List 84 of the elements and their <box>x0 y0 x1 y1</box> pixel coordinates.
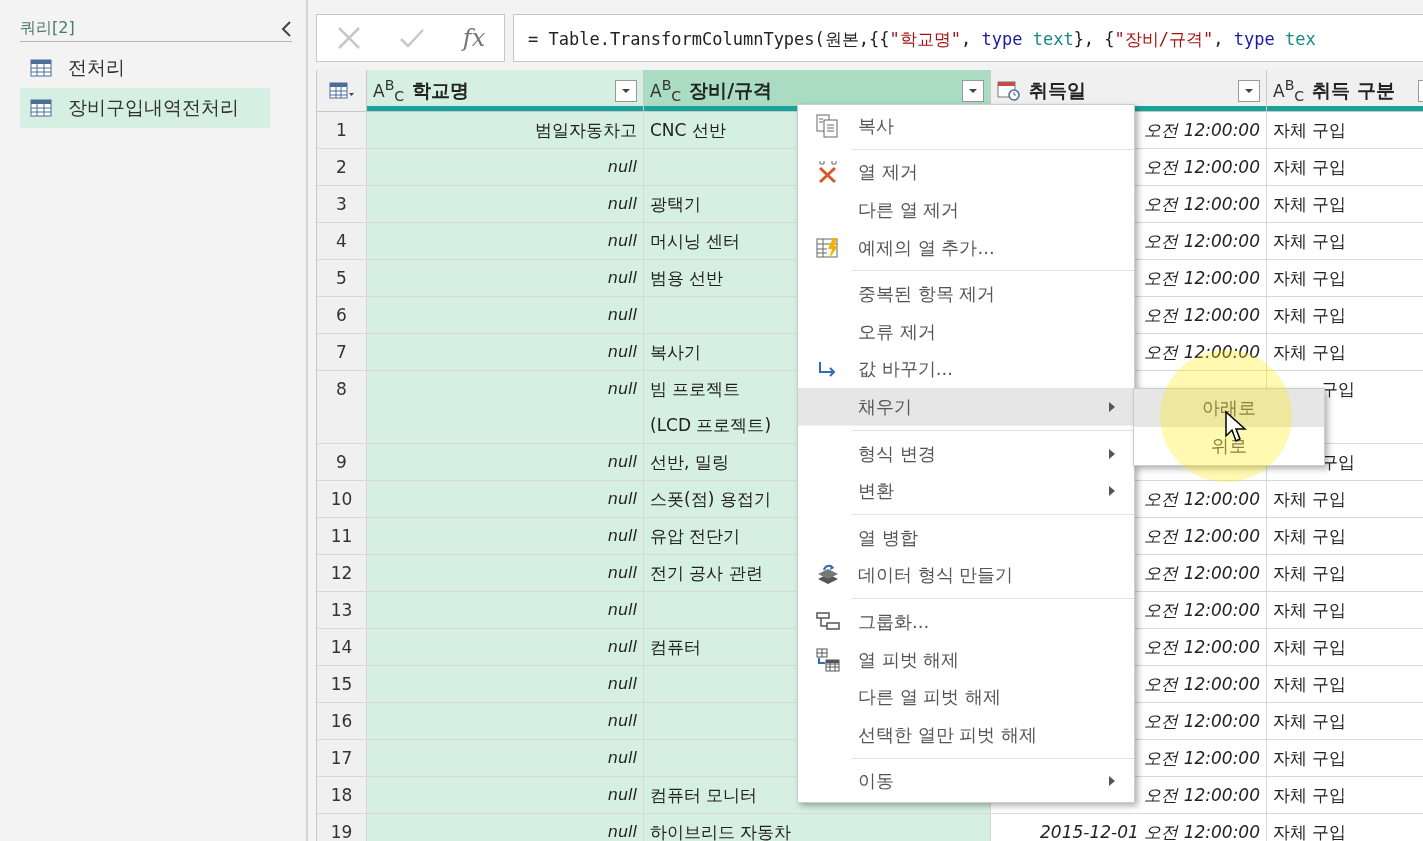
submenu-arrow-icon <box>1108 485 1116 498</box>
row-number: 6 <box>317 297 367 334</box>
fx-button[interactable]: fx <box>462 24 486 52</box>
collapse-icon[interactable] <box>280 19 292 38</box>
column-header[interactable]: A$^{B}$$_{C}$ 취득 구분 <box>1267 70 1423 112</box>
row-number: 13 <box>317 592 367 629</box>
row-number: 19 <box>317 814 367 841</box>
row-number: 10 <box>317 481 367 518</box>
submenu-arrow-icon <box>1108 400 1116 413</box>
table-cell: 하이브리드 자동차 <box>644 814 991 841</box>
column-header[interactable]: 취득일 <box>991 70 1267 112</box>
row-number: 3 <box>317 186 367 223</box>
filter-dropdown-icon[interactable] <box>962 79 984 102</box>
table-cell: null <box>367 740 644 777</box>
table-cell: 범일자동차고 <box>367 112 644 149</box>
table-cell: null <box>367 518 644 555</box>
table-cell: 자체 구입 <box>1267 186 1423 223</box>
copy-icon <box>815 112 841 139</box>
table-cell: 자체 구입 <box>1267 518 1423 555</box>
row-number: 7 <box>317 334 367 371</box>
table-cell: null <box>367 260 644 297</box>
table-cell: null <box>367 223 644 260</box>
row-number: 18 <box>317 777 367 814</box>
table-cell: null <box>367 592 644 629</box>
table-cell: 자체 구입 <box>1267 481 1423 518</box>
row-number: 14 <box>317 629 367 666</box>
table-cell: 자체 구입 <box>1267 149 1423 186</box>
table-cell: null <box>367 149 644 186</box>
table-cell: 자체 구입 <box>1267 629 1423 666</box>
table-cell: 자체 구입 <box>1267 703 1423 740</box>
check-icon[interactable] <box>399 27 426 49</box>
column-name: 취득 구분 <box>1312 77 1396 103</box>
table-menu-icon[interactable] <box>328 80 355 101</box>
table-cell: 자체 구입 <box>1267 260 1423 297</box>
table-cell: 자체 구입 <box>1267 297 1423 334</box>
table-cell: 자체 구입 <box>1267 223 1423 260</box>
column-header[interactable]: A$^{B}$$_{C}$ 학교명 <box>367 70 644 112</box>
column-name: 취득일 <box>1029 77 1087 103</box>
row-number: 16 <box>317 703 367 740</box>
table-icon <box>30 59 52 77</box>
submenu-arrow-icon <box>1108 447 1116 460</box>
table-cell: null <box>367 297 644 334</box>
unpivot-icon <box>815 646 841 673</box>
row-number: 9 <box>317 444 367 481</box>
table-cell: null <box>367 555 644 592</box>
row-number: 15 <box>317 666 367 703</box>
query-item[interactable]: 전처리 <box>20 48 270 88</box>
table-cell: null <box>367 814 644 841</box>
query-item[interactable]: 장비구입내역전처리 <box>20 88 270 128</box>
table-cell: null <box>367 777 644 814</box>
table-cell: null <box>367 703 644 740</box>
table-cell: null <box>367 481 644 518</box>
column-name: 장비/규격 <box>689 77 774 103</box>
filter-dropdown-icon[interactable] <box>1238 79 1260 102</box>
table-cell: 자체 구입 <box>1267 740 1423 777</box>
row-number: 1 <box>317 112 367 149</box>
table-cell: 2015-12-01 오전 12:00:00 <box>991 814 1267 841</box>
table-cell: null <box>367 444 644 481</box>
table-cell: 자체 구입 <box>1267 666 1423 703</box>
table-cell: 자체 구입 <box>1267 112 1423 149</box>
row-number: 17 <box>317 740 367 777</box>
table-cell: null <box>367 186 644 223</box>
column-name: 학교명 <box>412 77 471 103</box>
table-cell: null <box>367 371 644 444</box>
table-cell: 자체 구입 <box>1267 777 1423 814</box>
table-cell: 자체 구입 <box>1267 592 1423 629</box>
table-cell: 자체 구입 <box>1267 334 1423 371</box>
row-number: 8 <box>317 371 367 444</box>
table-icon <box>30 99 52 117</box>
queries-title: 쿼리[2] <box>20 18 75 39</box>
row-number: 2 <box>317 149 367 186</box>
table-cell: null <box>367 334 644 371</box>
row-number: 5 <box>317 260 367 297</box>
formula-field[interactable]: = Table.TransformColumnTypes(원본,{{"학교명", type text}, {"장비/규격", type tex <box>513 14 1423 62</box>
filter-dropdown-icon[interactable] <box>615 79 637 102</box>
table-cell: null <box>367 629 644 666</box>
table-cell: 자체 구입 <box>1267 555 1423 592</box>
table-cell: null <box>367 666 644 703</box>
table-cell: 자체 구입 <box>1267 814 1423 841</box>
row-number: 11 <box>317 518 367 555</box>
row-number: 4 <box>317 223 367 260</box>
row-number: 12 <box>317 555 367 592</box>
calendar-icon[interactable] <box>997 79 1021 102</box>
submenu-arrow-icon <box>1108 775 1116 788</box>
